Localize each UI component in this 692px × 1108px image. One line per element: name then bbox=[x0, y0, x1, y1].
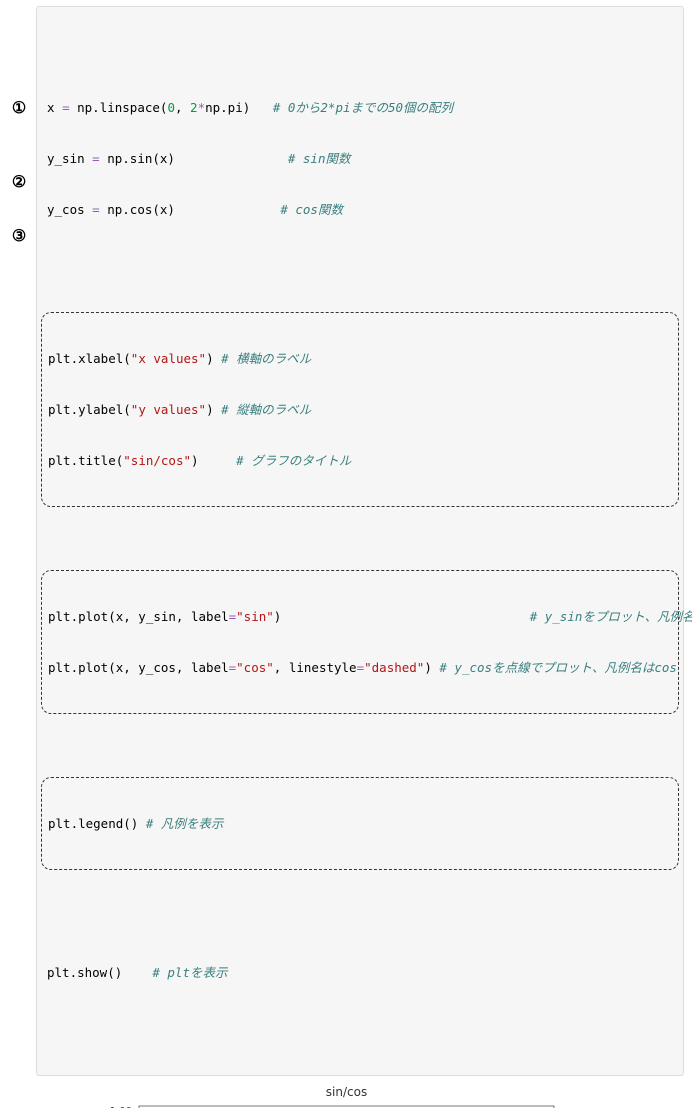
document-root: ① ② ③ x = np.linspace(0, 2*np.pi) # 0から2… bbox=[0, 0, 692, 1108]
annotation-3: ③ bbox=[6, 226, 32, 246]
code-line: plt.plot(x, y_sin, label="sin") # y_sinを… bbox=[48, 608, 672, 625]
code-line: y_sin = np.sin(x) # sin関数 bbox=[47, 150, 673, 167]
annotation-2: ② bbox=[6, 172, 32, 192]
code-group-plot: plt.plot(x, y_sin, label="sin") # y_sinを… bbox=[41, 570, 679, 714]
code-block: x = np.linspace(0, 2*np.pi) # 0から2*piまでの… bbox=[36, 6, 684, 1076]
code-group-show: plt.show() # pltを表示 bbox=[45, 927, 675, 1018]
code-line: plt.show() # pltを表示 bbox=[47, 964, 673, 981]
code-line: plt.title("sin/cos") # グラフのタイトル bbox=[48, 452, 672, 469]
code-group-legend: plt.legend() # 凡例を表示 bbox=[41, 777, 679, 870]
chart-title: sin/cos bbox=[326, 1085, 367, 1099]
code-line: plt.ylabel("y values") # 縦軸のラベル bbox=[48, 401, 672, 418]
code-group-setup: x = np.linspace(0, 2*np.pi) # 0から2*piまでの… bbox=[45, 62, 675, 255]
code-line: x = np.linspace(0, 2*np.pi) # 0から2*piまでの… bbox=[47, 99, 673, 116]
chart-output: sin/cos0123456-1.00-0.75-0.50-0.250.000.… bbox=[84, 1084, 684, 1108]
code-group-labels: plt.xlabel("x values") # 横軸のラベル plt.ylab… bbox=[41, 312, 679, 507]
annotation-1: ① bbox=[6, 98, 32, 118]
code-line: plt.xlabel("x values") # 横軸のラベル bbox=[48, 350, 672, 367]
chart-svg: sin/cos0123456-1.00-0.75-0.50-0.250.000.… bbox=[84, 1084, 564, 1108]
code-line: plt.legend() # 凡例を表示 bbox=[48, 815, 672, 832]
y-tick-label: 1.00 bbox=[110, 1106, 132, 1108]
code-line: plt.plot(x, y_cos, label="cos", linestyl… bbox=[48, 659, 672, 676]
code-line: y_cos = np.cos(x) # cos関数 bbox=[47, 201, 673, 218]
